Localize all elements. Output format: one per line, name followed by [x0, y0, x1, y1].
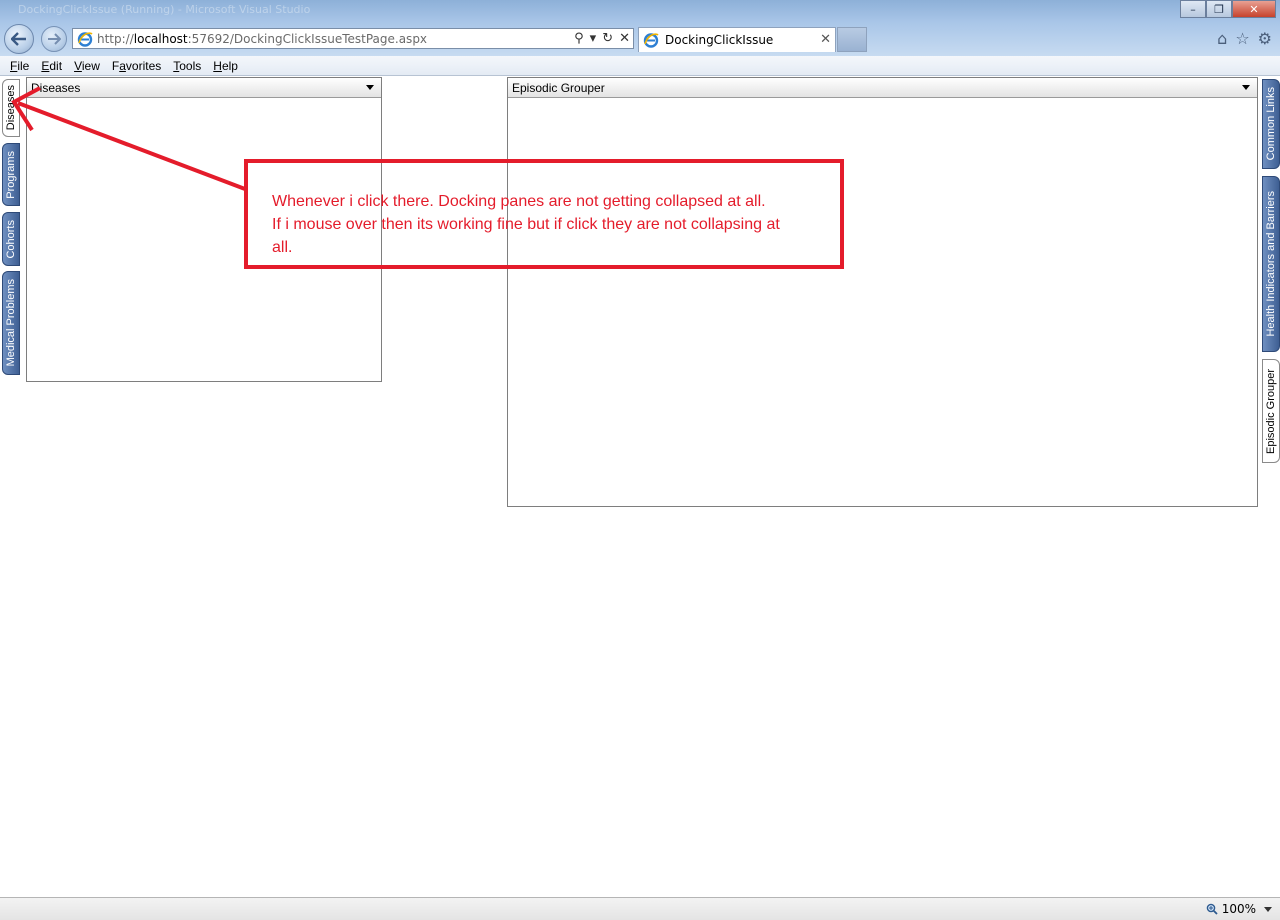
zoom-icon [1206, 903, 1218, 915]
dock-tab-label: Common Links [1265, 87, 1277, 161]
dock-tab-episodic-grouper[interactable]: Episodic Grouper [1262, 359, 1280, 463]
annotation-text: all. [272, 239, 293, 256]
browser-chrome: DockingClickIssue (Running) - Microsoft … [0, 0, 1280, 56]
minimize-button[interactable]: – [1180, 0, 1206, 18]
menu-favorites[interactable]: Favorites [106, 59, 167, 73]
window-title: DockingClickIssue (Running) - Microsoft … [18, 3, 311, 16]
chevron-down-icon[interactable] [366, 85, 374, 90]
url-host: localhost [133, 31, 188, 46]
browser-tab[interactable]: DockingClickIssue ✕ [638, 27, 836, 52]
pane-title: Diseases [31, 80, 81, 95]
url-text[interactable]: http://localhost:57692/DockingClickIssue… [97, 32, 427, 46]
arrow-right-icon [48, 33, 61, 45]
menu-edit-rest: dit [49, 58, 63, 73]
status-bar: 100% [0, 897, 1280, 920]
menu-tools[interactable]: Tools [167, 59, 207, 73]
menu-file-rest: ile [17, 58, 30, 73]
episodic-grouper-pane: Episodic Grouper [507, 77, 1258, 507]
menu-file[interactable]: File [4, 59, 35, 73]
dock-tab-label: Diseases [5, 85, 17, 131]
dock-tab-label: Programs [5, 150, 17, 199]
menu-help[interactable]: Help [207, 59, 244, 73]
chevron-down-icon[interactable]: ▾ [590, 30, 597, 48]
zoom-level: 100% [1221, 902, 1256, 916]
menu-favorites-rest: vorites [125, 58, 162, 73]
dock-tab-health-indicators[interactable]: Health Indicators and Barriers [1262, 176, 1280, 352]
close-window-button[interactable]: ✕ [1232, 0, 1276, 18]
tab-title: DockingClickIssue [665, 33, 774, 47]
menu-view-rest: iew [81, 58, 100, 73]
menu-help-rest: elp [221, 58, 238, 73]
dock-tab-label: Health Indicators and Barriers [1265, 191, 1277, 337]
window-controls: – ❐ ✕ [1180, 0, 1276, 18]
pane-header[interactable]: Episodic Grouper [508, 78, 1257, 98]
stop-icon[interactable]: ✕ [619, 30, 630, 48]
menu-help-key: H [213, 58, 222, 73]
menu-bar: File Edit View Favorites Tools Help [0, 56, 1280, 76]
dock-tab-label: Medical Problems [5, 279, 17, 367]
tab-close-icon[interactable]: ✕ [820, 32, 831, 47]
url-path: :57692/DockingClickIssueTestPage.aspx [187, 31, 428, 46]
address-tools: ⚲ ▾ ↻ ✕ [574, 30, 630, 48]
restore-button[interactable]: ❐ [1206, 0, 1232, 18]
dock-tab-label: Episodic Grouper [1265, 368, 1277, 454]
menu-view[interactable]: View [68, 59, 106, 73]
pane-header[interactable]: Diseases [27, 78, 381, 98]
annotation-text: If i mouse over then its working fine bu… [272, 216, 780, 233]
menu-favorites-key: a [119, 58, 126, 73]
url-prefix: http:// [97, 31, 134, 46]
new-tab-button[interactable] [837, 27, 867, 52]
command-icons: ⌂ ☆ ⚙ [1217, 30, 1272, 48]
chevron-down-icon[interactable] [1242, 85, 1250, 90]
arrow-left-icon [11, 32, 26, 46]
dock-tab-programs[interactable]: Programs [2, 143, 20, 206]
dock-tab-label: Cohorts [5, 219, 17, 259]
dock-tab-cohorts[interactable]: Cohorts [2, 212, 20, 266]
menu-edit[interactable]: Edit [35, 59, 68, 73]
ie-logo-icon [77, 31, 93, 47]
gear-icon[interactable]: ⚙ [1258, 30, 1272, 48]
home-icon[interactable]: ⌂ [1217, 30, 1227, 48]
zoom-control[interactable]: 100% [1206, 902, 1256, 916]
forward-button[interactable] [41, 26, 67, 52]
tab-ie-logo-icon [643, 33, 659, 48]
menu-view-key: V [74, 58, 82, 73]
dock-tab-common-links[interactable]: Common Links [1262, 79, 1280, 169]
search-icon[interactable]: ⚲ [574, 30, 584, 48]
dock-tab-medical-problems[interactable]: Medical Problems [2, 271, 20, 375]
chevron-down-icon[interactable] [1264, 907, 1272, 912]
back-button[interactable] [4, 24, 34, 54]
pane-title: Episodic Grouper [512, 80, 605, 95]
favorites-star-icon[interactable]: ☆ [1235, 30, 1249, 48]
annotation-box: Whenever i click there. Docking panes ar… [244, 159, 844, 269]
address-bar[interactable]: http://localhost:57692/DockingClickIssue… [72, 28, 634, 49]
dock-tab-diseases[interactable]: Diseases [2, 79, 20, 137]
menu-tools-rest: ools [179, 58, 202, 73]
refresh-icon[interactable]: ↻ [602, 30, 613, 48]
annotation-text: Whenever i click there. Docking panes ar… [272, 193, 766, 210]
